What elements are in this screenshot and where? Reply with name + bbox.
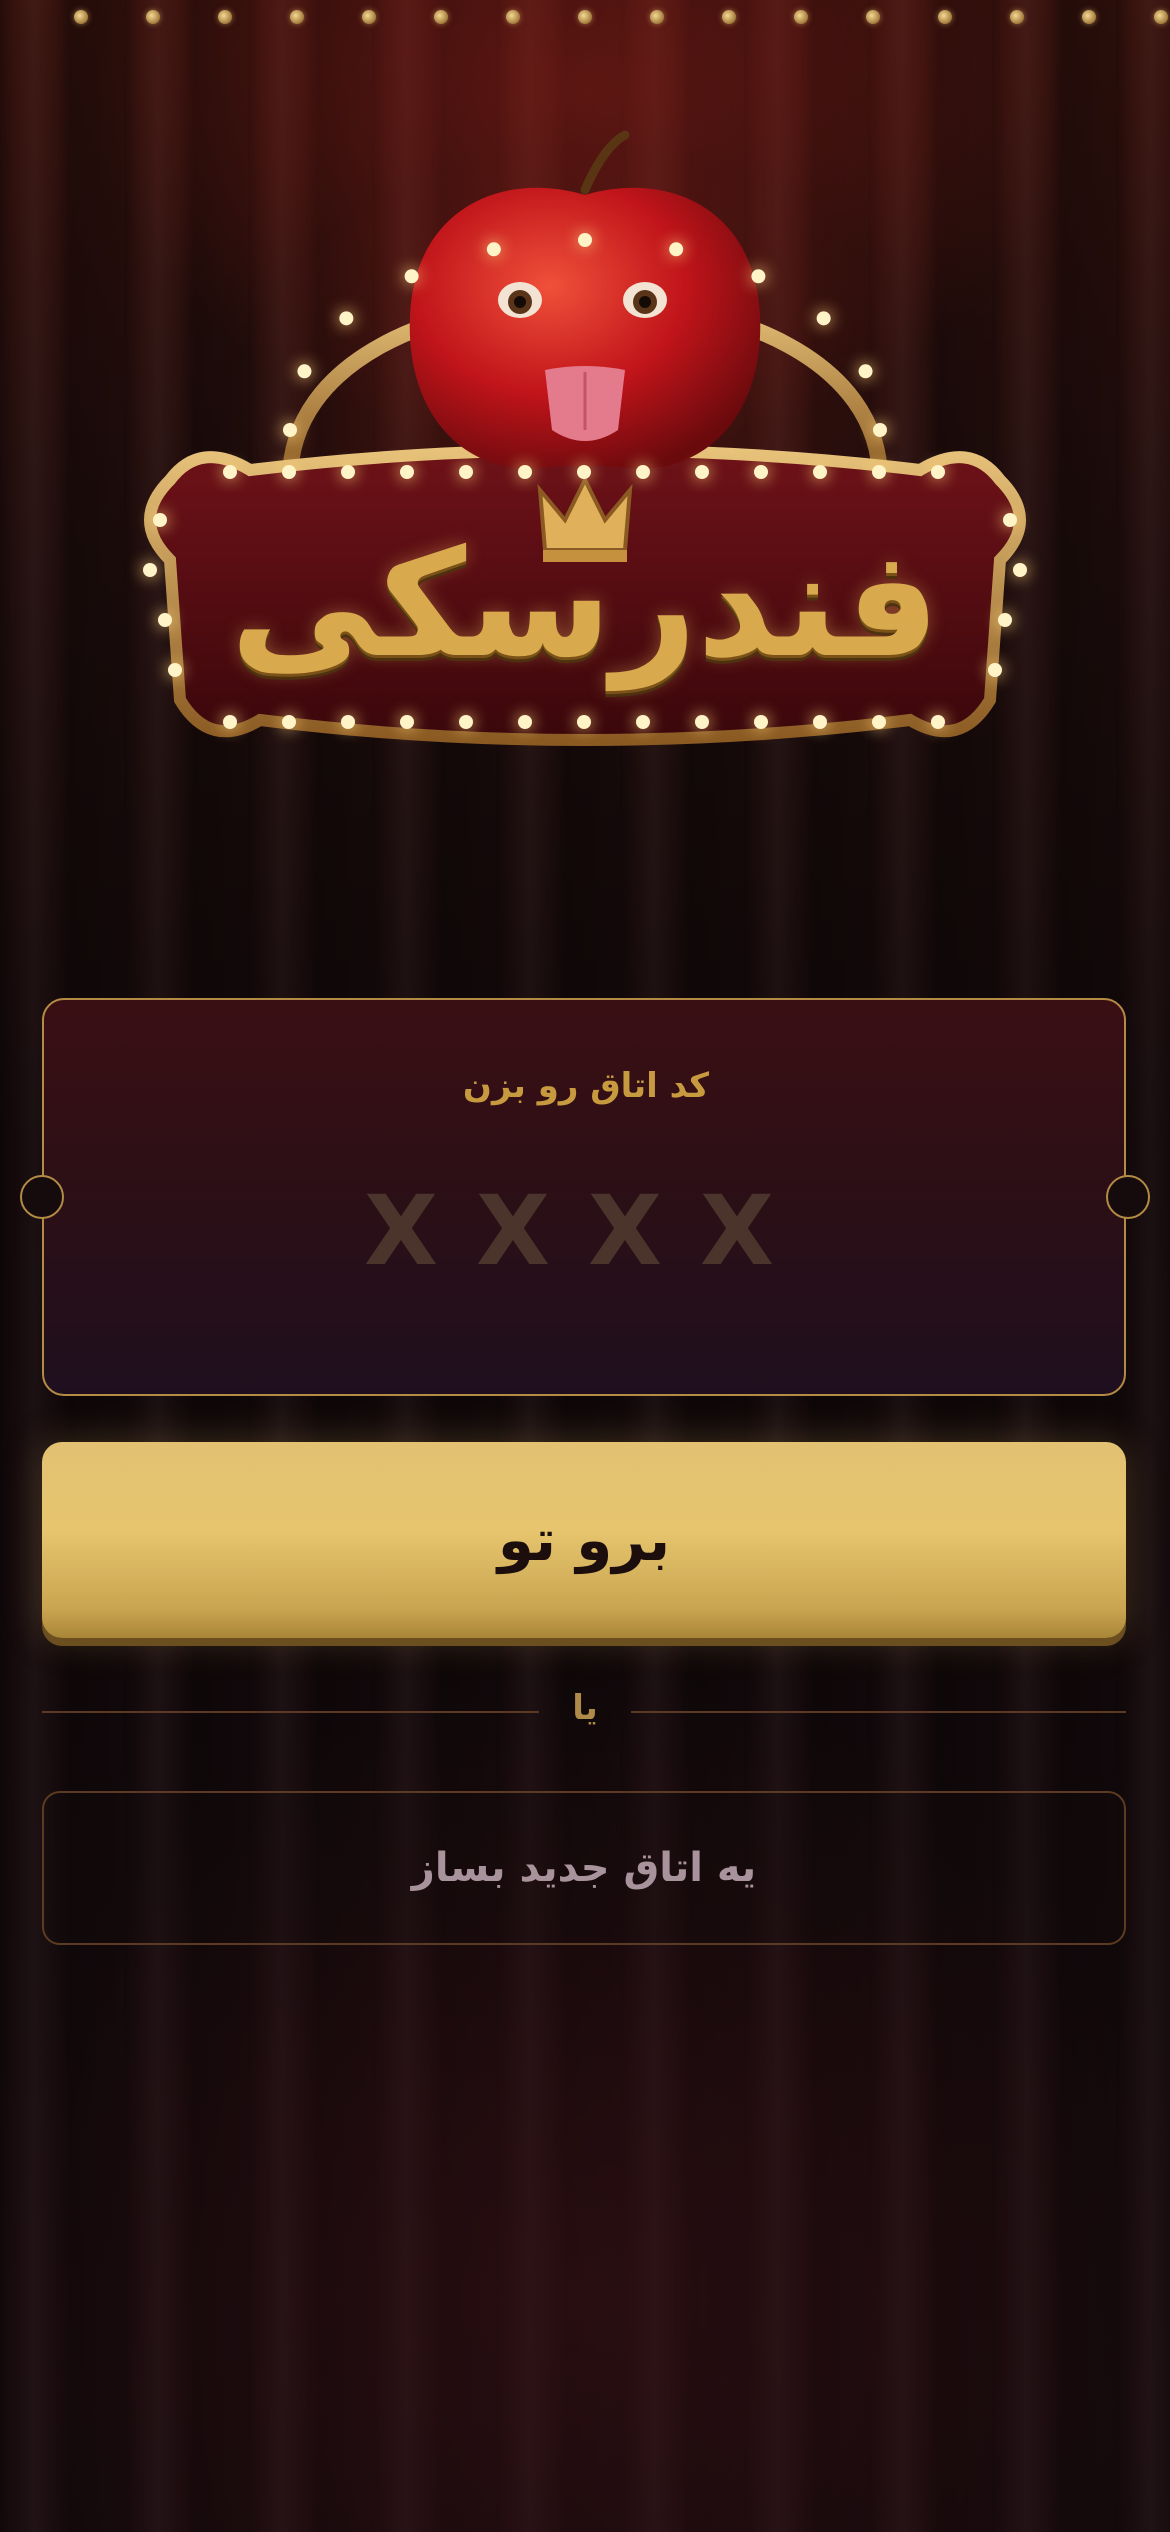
marquee-bulb [1154,10,1168,24]
marquee-bulb [578,10,592,24]
enter-room-button-label: برو تو [497,1506,671,1574]
or-divider-text: یا [572,1688,598,1728]
logo-bulb [636,715,650,729]
logo-bulb [341,715,355,729]
marquee-bulb [794,10,808,24]
logo-bulb [1003,513,1017,527]
room-code-label: کد اتاق رو بزن [462,1066,710,1106]
room-code-card: کد اتاق رو بزن [42,998,1126,1396]
room-code-input[interactable] [344,1170,832,1292]
marquee-bulb [218,10,232,24]
logo: فندرسکی [0,100,1170,800]
create-room-button[interactable]: یه اتاق جدید بساز [42,1791,1126,1945]
logo-bulb [400,715,414,729]
logo-bulb [282,715,296,729]
logo-bulb [669,242,684,257]
marquee-bulb [362,10,376,24]
enter-room-button[interactable]: برو تو [42,1442,1126,1638]
logo-bulb [754,465,768,479]
marquee-bulb [74,10,88,24]
divider-line-right [631,1711,1126,1713]
logo-bulb [282,465,296,479]
marquee-bulb-strip [0,0,1170,40]
logo-bulb [459,715,473,729]
marquee-bulb [506,10,520,24]
logo-bulb [813,715,827,729]
logo-artwork [143,130,1027,746]
logo-bulb [339,311,354,326]
logo-bulb [872,715,886,729]
marquee-bulb [290,10,304,24]
logo-bulb [578,233,592,247]
logo-bulb [577,465,591,479]
logo-bulb [754,715,768,729]
ticket-notch-left [20,1175,64,1219]
logo-bulb [858,364,873,379]
logo-bulb [153,513,167,527]
logo-bulb [636,465,650,479]
marquee-bulb [866,10,880,24]
marquee-bulb [938,10,952,24]
marquee-bulb [722,10,736,24]
logo-bulb [751,269,766,284]
logo-bulb [486,242,501,257]
create-room-button-label: یه اتاق جدید بساز [411,1845,757,1891]
logo-bulb [873,423,887,437]
logo-bulb [518,715,532,729]
apple-mascot-icon [409,130,761,469]
logo-bulb [223,465,237,479]
logo-bulb [931,465,945,479]
logo-bulb [283,423,297,437]
marquee-bulb [434,10,448,24]
logo-bulb [872,465,886,479]
divider-line-left [42,1711,539,1713]
logo-bulb [695,465,709,479]
logo-bulb [931,715,945,729]
marquee-bulb [1010,10,1024,24]
marquee-bulb [1082,10,1096,24]
logo-bulb [400,465,414,479]
logo-bulb [223,715,237,729]
marquee-bulb [650,10,664,24]
logo-bulb [341,465,355,479]
logo-bulb [813,465,827,479]
logo-bulb [459,465,473,479]
logo-bulb [518,465,532,479]
logo-bulb [816,311,831,326]
logo-bulb [577,715,591,729]
ticket-notch-right [1106,1175,1150,1219]
logo-bulb [297,364,312,379]
app-title: فندرسکی [230,518,940,690]
marquee-bulb [146,10,160,24]
logo-bulb [404,269,419,284]
logo-bulb [695,715,709,729]
